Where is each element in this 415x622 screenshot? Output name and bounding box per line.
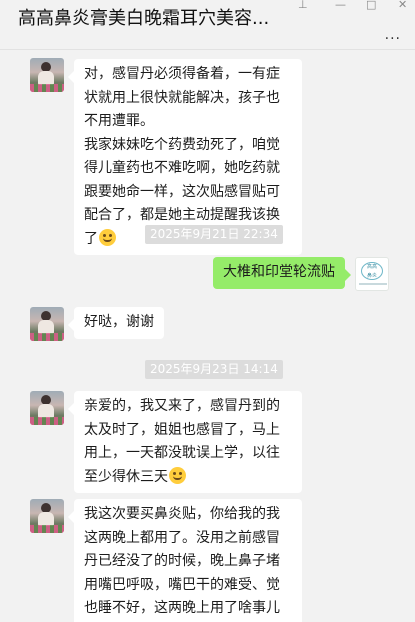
more-icon[interactable]: ··· <box>385 31 401 47</box>
message-bubble-self[interactable]: 大椎和印堂轮流贴 <box>213 257 351 289</box>
message-text: 我这次要买鼻炎贴，你给我的我这两晚上都用了。没用之前感冒丹已经没了的时候，晚上鼻… <box>84 506 280 616</box>
timestamp: 2025年9月23日 14:14 <box>145 360 283 379</box>
contact-avatar[interactable] <box>30 391 64 425</box>
message-bubble[interactable]: 亲爱的，我又来了，感冒丹到的太及时了，姐姐也感冒了，马上用上，一天都没耽误上学，… <box>68 391 302 493</box>
thinking-face-emoji <box>169 466 186 484</box>
contact-avatar[interactable] <box>30 58 64 92</box>
close-icon[interactable]: ✕ <box>398 0 407 10</box>
timestamp: 2025年9月21日 22:34 <box>145 225 283 244</box>
maximize-icon[interactable]: □ <box>366 0 376 10</box>
contact-avatar[interactable] <box>30 499 64 533</box>
message-bubble[interactable]: 我这次要买鼻炎贴，你给我的我这两晚上都用了。没用之前感冒丹已经没了的时候，晚上鼻… <box>68 499 302 622</box>
chat-header: 高高鼻炎膏美白晚霜耳穴美容... ⊥ — □ ✕ ··· <box>0 0 415 50</box>
minimize-icon[interactable]: — <box>335 0 346 10</box>
message-text: 对，感冒丹必须得备着，一有症状就用上很快就能解决，孩子也不用遭罪。 我家妹妹吃个… <box>84 66 280 247</box>
thinking-face-emoji <box>99 228 116 246</box>
contact-avatar[interactable] <box>30 307 64 341</box>
message-list[interactable]: 对，感冒丹必须得备着，一有症状就用上很快就能解决，孩子也不用遭罪。 我家妹妹吃个… <box>0 50 415 622</box>
pin-icon[interactable]: ⊥ <box>298 0 308 10</box>
self-avatar[interactable]: 高高 鼻炎 <box>355 257 389 291</box>
message-bubble[interactable]: 好哒，谢谢 <box>68 307 164 339</box>
message-text: 大椎和印堂轮流贴 <box>223 264 335 280</box>
message-text: 好哒，谢谢 <box>84 314 154 330</box>
